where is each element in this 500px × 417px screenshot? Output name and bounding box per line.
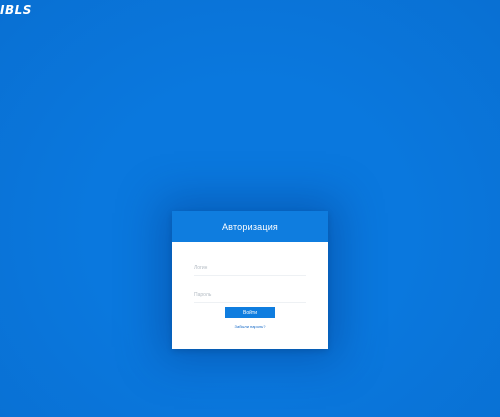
login-title: Авторизация [221, 221, 279, 232]
login-page: { "brand": { "logo_text": "IBLS" }, "log… [0, 0, 500, 417]
login-card-header: Авторизация [172, 211, 328, 242]
background-vignette [0, 0, 500, 417]
brand-logo: IBLS [0, 3, 32, 17]
login-button[interactable]: Войти [225, 307, 275, 318]
password-input[interactable] [194, 288, 306, 303]
login-card: Авторизация Войти Забыли пароль? [172, 211, 328, 349]
forgot-password-link[interactable]: Забыли пароль? [172, 324, 328, 329]
login-input[interactable] [194, 261, 306, 276]
